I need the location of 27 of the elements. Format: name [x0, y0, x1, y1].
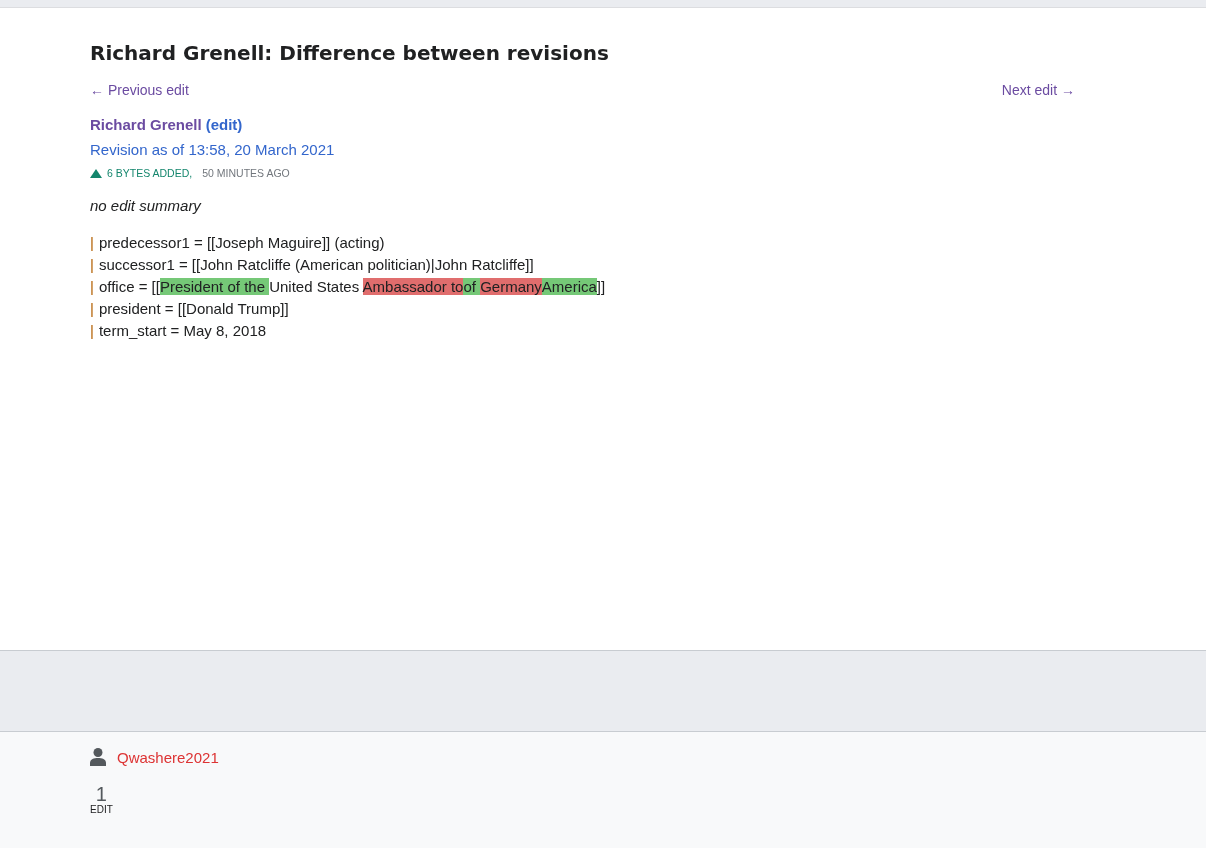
diff-text: United States	[269, 278, 361, 295]
time-ago-label: 50 MINUTES AGO	[202, 166, 290, 180]
up-triangle-icon	[90, 168, 102, 178]
next-edit-link[interactable]: Next edit →	[1001, 81, 1075, 99]
diff-text: term_start = May 8, 2018	[98, 322, 267, 339]
added-text: of	[463, 278, 481, 295]
revision-link[interactable]: Revision as of 13:58, 20 March 2021	[90, 140, 1076, 160]
diff-text: office = [[	[98, 278, 160, 295]
diff-text: predecessor1 = [[Joseph Maguire]] (acting)	[98, 234, 385, 251]
user-link[interactable]: Qwashere2021	[117, 748, 219, 766]
page-title: Richard Grenell: Difference between revisions	[90, 40, 610, 66]
page-name-link[interactable]: Richard Grenell	[90, 115, 202, 135]
user-icon	[90, 748, 106, 766]
diff-line-marker: |	[90, 233, 94, 253]
removed-text: Germany	[480, 278, 542, 295]
bytes-changed-label: 6 BYTES ADDED,	[107, 166, 193, 180]
edit-summary: no edit summary	[90, 196, 203, 216]
diff-text: successor1 = [[John Ratcliffe (American politician)|John Ratcliffe]]	[98, 256, 534, 273]
diff-line-marker: |	[90, 299, 94, 319]
edit-count: 1	[95, 784, 107, 804]
diff-line-marker: |	[90, 321, 94, 341]
diff-text: president = [[Donald Trump]]	[98, 300, 289, 317]
diff-line-marker: |	[90, 255, 94, 275]
edit-count-label: EDIT	[90, 804, 113, 816]
previous-edit-link[interactable]: ← Previous edit	[90, 81, 189, 99]
diff-line-marker: |	[90, 277, 94, 297]
edit-link[interactable]: (edit)	[205, 115, 243, 135]
